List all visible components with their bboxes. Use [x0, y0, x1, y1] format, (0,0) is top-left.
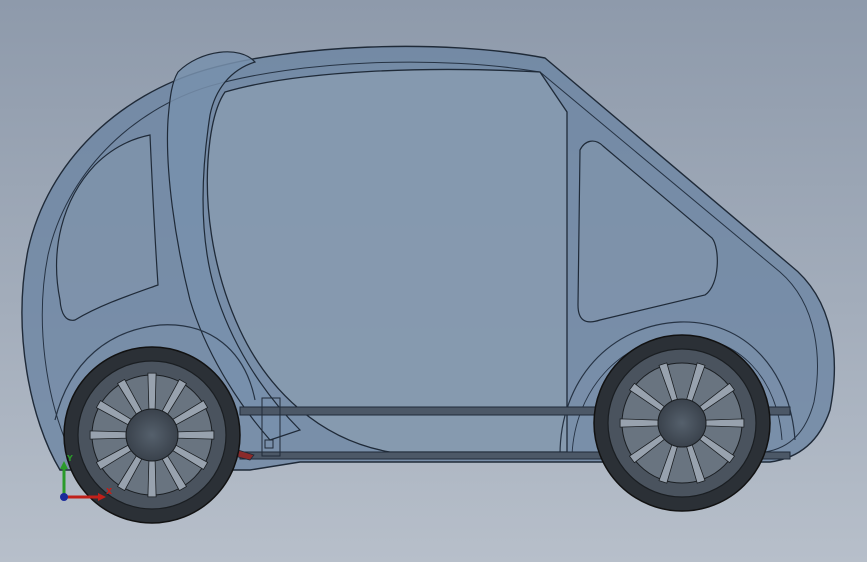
y-axis-label: Y — [66, 454, 73, 463]
wheel-spoke — [147, 372, 157, 410]
wheel-spoke — [89, 430, 127, 440]
z-axis-dot-icon — [60, 493, 68, 501]
wheel-spoke — [177, 430, 215, 440]
hub — [125, 408, 179, 462]
x-axis-label: X — [106, 487, 113, 496]
wheel-spoke — [705, 418, 745, 428]
front-wheel[interactable] — [593, 334, 771, 512]
cad-viewport[interactable]: X Y — [0, 0, 867, 562]
hub — [657, 398, 707, 448]
car-model-view[interactable]: X Y — [0, 0, 867, 562]
wheel-spoke — [619, 418, 659, 428]
wheel-spoke — [147, 460, 157, 498]
